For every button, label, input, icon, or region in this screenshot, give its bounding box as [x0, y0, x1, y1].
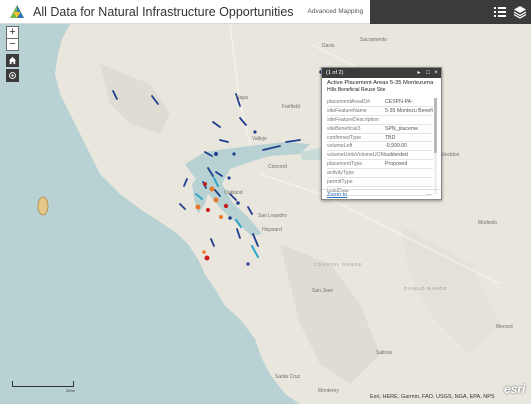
attribute-value: 5-35 Montezu Beneficial Re — [385, 107, 433, 114]
more-actions-icon[interactable]: … — [426, 191, 432, 197]
attribute-value: CESPN-PA- — [385, 98, 413, 105]
locate-button[interactable] — [6, 69, 19, 82]
popup-dock-icon[interactable]: □ — [425, 70, 431, 76]
map-label: Merced — [496, 324, 513, 330]
map-label: Modesto — [478, 220, 498, 226]
popup-subtitle: Hills Beneficial Reuse Site — [327, 87, 386, 93]
attribute-row: confirmedType TBD — [327, 134, 433, 143]
attribute-value: sublerded — [385, 152, 408, 159]
popup-scroll-thumb[interactable] — [434, 98, 437, 153]
map-label: Santa Cruz — [275, 374, 301, 380]
attribute-key: permitType — [327, 178, 353, 185]
attribute-row: activityType — [327, 169, 433, 179]
zoom-to-link[interactable]: Zoom to — [327, 192, 347, 198]
attribute-value: -9,999.00 — [385, 143, 407, 150]
app-subtitle: Advanced Mapping — [307, 8, 364, 15]
app-title: All Data for Natural Infrastructure Oppo… — [33, 4, 294, 19]
map-label: San Leandro — [258, 213, 287, 219]
popup-scrollbar[interactable] — [434, 98, 437, 194]
attribute-row: permitType — [327, 178, 433, 187]
map-label: San Jose — [312, 288, 333, 294]
map-label: Stockton — [440, 152, 460, 158]
layers-icon[interactable] — [513, 5, 527, 19]
attribute-value: TBD — [385, 134, 396, 141]
attribute-row: siteBeneficial3 SPN_placeme — [327, 125, 433, 134]
attribute-row: siteFeatureDescription — [327, 116, 433, 125]
attribute-row: siteFeatureName 5-35 Montezu Beneficial R… — [327, 107, 433, 116]
map-label: Hayward — [262, 227, 282, 233]
attribute-row: placementType Proposed — [327, 160, 433, 170]
home-button[interactable] — [6, 54, 19, 67]
attribute-key: volumeLeft — [327, 143, 353, 150]
map-view[interactable]: Napa Sacramento Davis Fairfield Vallejo … — [0, 24, 531, 404]
map-label: Oakland — [224, 190, 243, 196]
map-label: Monterey — [318, 388, 339, 394]
popup-footer: Zoom to … — [322, 189, 441, 199]
attribute-key: siteBeneficial3 — [327, 125, 361, 132]
map-label: Salinas — [376, 350, 393, 356]
header-toolbar — [370, 0, 531, 24]
feature-popup: (1 of 2) ▸ □ × Active Placement Areas 5-… — [321, 67, 442, 200]
esri-logo: esri — [504, 382, 526, 396]
attribute-key: siteFeatureDescription — [327, 116, 379, 123]
attribute-value: SPN_placeme — [385, 125, 419, 132]
attribute-key: activityType — [327, 170, 355, 177]
app-logo-icon — [9, 4, 25, 20]
scale-bar — [12, 381, 74, 387]
attribute-key: confirmedType — [327, 134, 362, 141]
map-label: Concord — [268, 164, 287, 170]
popup-next-icon[interactable]: ▸ — [416, 70, 422, 76]
popup-counter: (1 of 2) — [326, 70, 344, 76]
home-icon — [8, 56, 17, 65]
map-label: Sacramento — [360, 37, 387, 43]
attribute-row: volumeUnitsVolumeUOM sublerded — [327, 151, 433, 161]
list-icon[interactable] — [493, 5, 507, 19]
attribute-row: placementAreaID# CESPN-PA- — [327, 98, 433, 107]
app-header: All Data for Natural Infrastructure Oppo… — [0, 0, 531, 24]
attribute-key: volumeUnitsVolumeUOM — [327, 152, 385, 159]
map-attribution: Esri, HERE, Garmin, FAO, USGS, NGA, EPA,… — [370, 394, 495, 400]
attribute-row: volumeLeft -9,999.00 — [327, 142, 433, 152]
map-label: DIABLO RANGE — [404, 286, 448, 291]
popup-header: (1 of 2) ▸ □ × — [322, 68, 441, 78]
attribute-key: placementAreaID# — [327, 98, 370, 105]
scale-label: 20mi — [66, 388, 75, 393]
map-label: Davis — [322, 43, 335, 49]
popup-close-icon[interactable]: × — [433, 70, 439, 76]
attribute-key: siteFeatureName — [327, 107, 367, 114]
attribute-key: placementType — [327, 161, 363, 168]
zoom-out-button[interactable]: − — [6, 38, 19, 51]
map-label: Fairfield — [282, 104, 300, 110]
attribute-value: Proposed — [385, 161, 408, 168]
map-label: Vallejo — [252, 136, 267, 142]
popup-title: Active Placement Areas 5-35 Montezuma — [327, 80, 434, 86]
map-label: COASTAL RANGE — [314, 262, 363, 267]
locate-icon — [9, 72, 16, 79]
popup-attribute-table: placementAreaID# CESPN-PA- siteFeatureNam… — [327, 98, 433, 196]
map-label: Napa — [236, 95, 248, 101]
